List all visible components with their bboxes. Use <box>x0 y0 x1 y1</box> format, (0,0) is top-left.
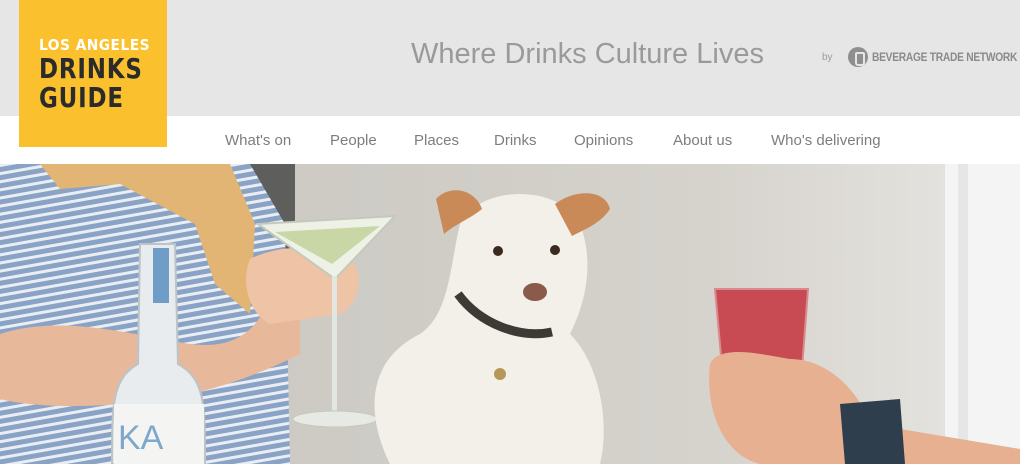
nav-item-drinks[interactable]: Drinks <box>494 132 537 149</box>
logo-line-guide: GUIDE <box>39 81 124 114</box>
martini-base <box>292 410 378 428</box>
hero-image: KA <box>0 164 1020 464</box>
nav-item-opinions[interactable]: Opinions <box>574 132 633 149</box>
logo-line-drinks: DRINKS <box>39 52 143 85</box>
site-logo[interactable]: LOS ANGELES DRINKS GUIDE <box>19 0 167 147</box>
martini-stem <box>332 276 337 416</box>
dog-tag <box>494 368 506 380</box>
nav-item-whats-on[interactable]: What's on <box>225 132 291 149</box>
nav-item-about-us[interactable]: About us <box>673 132 732 149</box>
site-tagline: Where Drinks Culture Lives <box>411 38 764 70</box>
nav-item-people[interactable]: People <box>330 132 377 149</box>
nav-item-places[interactable]: Places <box>414 132 459 149</box>
by-label: by <box>822 52 833 63</box>
dog-eye-left <box>493 246 503 256</box>
window-light <box>945 164 1020 464</box>
window-frame <box>958 164 968 464</box>
bottle-neck-label <box>153 248 169 303</box>
partner-name: BEVERAGE TRADE NETWORK <box>872 50 1018 64</box>
dog-nose <box>523 283 547 301</box>
bottle-icon <box>848 47 868 67</box>
bracelets <box>840 399 905 464</box>
bottle-label-text: KA <box>118 419 164 457</box>
hero-illustration: KA <box>0 164 1020 464</box>
dog-eye-right <box>550 245 560 255</box>
dog-body <box>374 194 604 464</box>
beverage-trade-network-logo[interactable]: BEVERAGE TRADE NETWORK <box>848 46 1020 68</box>
nav-item-whos-delivering[interactable]: Who's delivering <box>771 132 881 149</box>
